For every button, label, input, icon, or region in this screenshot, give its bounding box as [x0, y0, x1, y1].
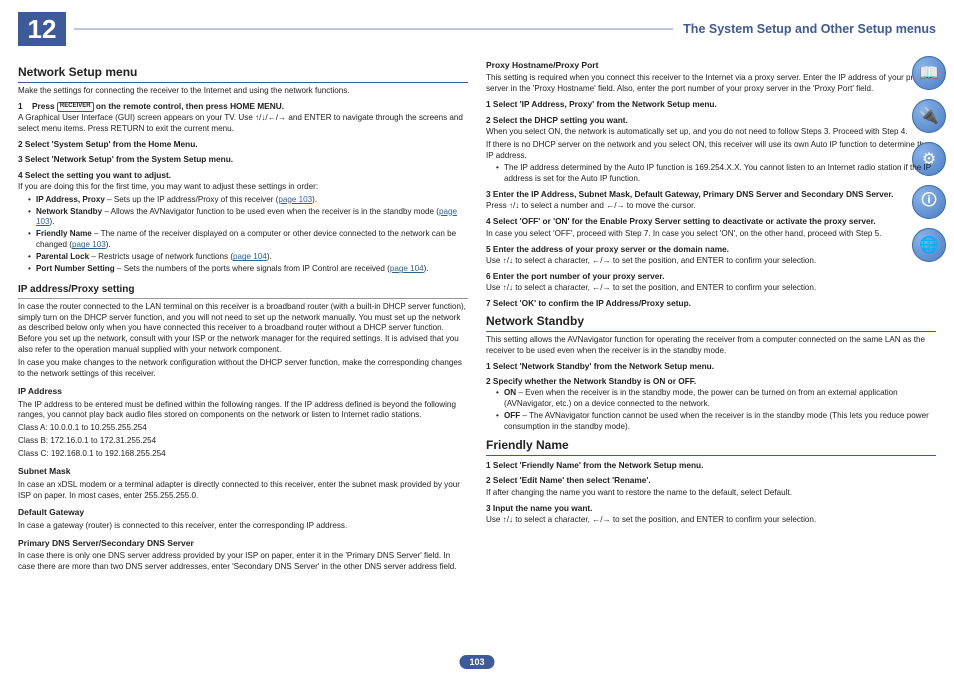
page-header: 12 The System Setup and Other Setup menu… [18, 12, 936, 46]
list-item: Friendly Name – The name of the receiver… [28, 229, 468, 251]
list-item: OFF – The AVNavigator function cannot be… [496, 411, 936, 433]
proxy-step-2: 2 Select the DHCP setting you want. [486, 115, 936, 126]
sub-proxy: Proxy Hostname/Proxy Port [486, 60, 936, 71]
proxy-step-2-body2: If there is no DHCP server on the networ… [486, 140, 936, 162]
proxy-step-3-body: Press ↑/↓ to select a number and ←/→ to … [486, 201, 936, 212]
receiver-button-icon: RECEIVER [57, 102, 94, 111]
chapter-number: 12 [18, 12, 66, 46]
network-icon[interactable]: 🌐 [912, 228, 946, 262]
proxy-step-1: 1 Select 'IP Address, Proxy' from the Ne… [486, 99, 936, 110]
list-item: Network Standby – Allows the AVNavigator… [28, 207, 468, 229]
right-column: Proxy Hostname/Proxy Port This setting i… [486, 60, 936, 575]
list-item: Parental Lock – Restricts usage of netwo… [28, 252, 468, 263]
ip-class-b: Class B: 172.16.0.1 to 172.31.255.254 [18, 436, 468, 447]
left-column: Network Setup menu Make the settings for… [18, 60, 468, 575]
proxy-step-3: 3 Enter the IP Address, Subnet Mask, Def… [486, 189, 936, 200]
settings-list: IP Address, Proxy – Sets up the IP addre… [18, 195, 468, 275]
ns-body: This setting allows the AVNavigator func… [486, 335, 936, 357]
section-friendly-name: Friendly Name [486, 437, 936, 456]
section-ip-proxy: IP address/Proxy setting [18, 283, 468, 299]
section-network-standby: Network Standby [486, 313, 936, 332]
sub-ip-address: IP Address [18, 386, 468, 397]
connect-icon[interactable]: 🔌 [912, 99, 946, 133]
step-4: 4 Select the setting you want to adjust. [18, 170, 468, 181]
proxy-step-7: 7 Select 'OK' to confirm the IP Address/… [486, 298, 936, 309]
step-2: 2 Select 'System Setup' from the Home Me… [18, 139, 468, 150]
header-rule [74, 28, 673, 30]
dns-body: In case there is only one DNS server add… [18, 551, 468, 573]
sidebar-icons: 📖 🔌 ⚙ 🛈 🌐 [912, 56, 946, 262]
list-item: The IP address determined by the Auto IP… [496, 163, 936, 185]
intro-text: Make the settings for connecting the rec… [18, 86, 468, 97]
step-1-body: A Graphical User Interface (GUI) screen … [18, 113, 468, 135]
list-item: Port Number Setting – Sets the numbers o… [28, 264, 468, 275]
ip-body2: In case you make changes to the network … [18, 358, 468, 380]
help-icon[interactable]: 🛈 [912, 185, 946, 219]
fn-step-1: 1 Select 'Friendly Name' from the Networ… [486, 460, 936, 471]
list-item: IP Address, Proxy – Sets up the IP addre… [28, 195, 468, 206]
proxy-body: This setting is required when you connec… [486, 73, 936, 95]
subnet-body: In case an xDSL modem or a terminal adap… [18, 480, 468, 502]
proxy-step-5: 5 Enter the address of your proxy server… [486, 244, 936, 255]
proxy-step-4-body: In case you select 'OFF', proceed with S… [486, 229, 936, 240]
sub-dns: Primary DNS Server/Secondary DNS Server [18, 538, 468, 549]
sub-subnet: Subnet Mask [18, 466, 468, 477]
proxy-step-6: 6 Enter the port number of your proxy se… [486, 271, 936, 282]
proxy-step-2-body: When you select ON, the network is autom… [486, 127, 936, 138]
page-link[interactable]: page 104 [233, 252, 267, 261]
step-1: 1Press RECEIVER on the remote control, t… [18, 101, 468, 112]
book-icon[interactable]: 📖 [912, 56, 946, 90]
fn-step-2-body: If after changing the name you want to r… [486, 488, 936, 499]
sub-gateway: Default Gateway [18, 507, 468, 518]
page-link[interactable]: page 103 [72, 240, 106, 249]
fn-step-2: 2 Select 'Edit Name' then select 'Rename… [486, 475, 936, 486]
fn-step-3: 3 Input the name you want. [486, 503, 936, 514]
section-network-setup: Network Setup menu [18, 64, 468, 83]
list-item: ON – Even when the receiver is in the st… [496, 388, 936, 410]
page-link[interactable]: page 104 [390, 264, 424, 273]
proxy-step-6-body: Use ↑/↓ to select a character, ←/→ to se… [486, 283, 936, 294]
gateway-body: In case a gateway (router) is connected … [18, 521, 468, 532]
ns-step-2: 2 Specify whether the Network Standby is… [486, 376, 936, 387]
proxy-step-5-body: Use ↑/↓ to select a character, ←/→ to se… [486, 256, 936, 267]
ip-range-text: The IP address to be entered must be def… [18, 400, 468, 422]
ip-class-a: Class A: 10.0.0.1 to 10.255.255.254 [18, 423, 468, 434]
ip-body: In case the router connected to the LAN … [18, 302, 468, 357]
step-3: 3 Select 'Network Setup' from the System… [18, 154, 468, 165]
ip-class-c: Class C: 192.168.0.1 to 192.168.255.254 [18, 449, 468, 460]
page-link[interactable]: page 103 [278, 195, 312, 204]
header-title: The System Setup and Other Setup menus [683, 22, 936, 36]
ns-step-1: 1 Select 'Network Standby' from the Netw… [486, 361, 936, 372]
fn-step-3-body: Use ↑/↓ to select a character, ←/→ to se… [486, 515, 936, 526]
proxy-step-4: 4 Select 'OFF' or 'ON' for the Enable Pr… [486, 216, 936, 227]
step-4-body: If you are doing this for the first time… [18, 182, 468, 193]
page-number: 103 [459, 655, 494, 669]
